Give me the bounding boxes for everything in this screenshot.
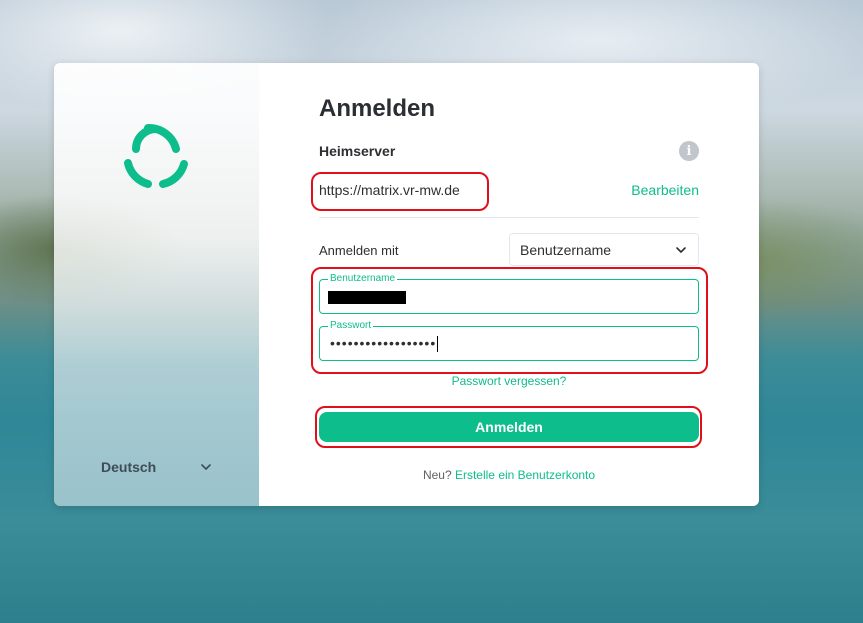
- forgot-password-link[interactable]: Passwort vergessen?: [319, 374, 699, 388]
- sign-in-button[interactable]: Anmelden: [319, 412, 699, 442]
- text-caret: [437, 336, 439, 353]
- login-card: Deutsch Anmelden Heimserver i https://ma…: [54, 63, 759, 506]
- create-account-link[interactable]: Erstelle ein Benutzerkonto: [455, 468, 595, 482]
- divider: [319, 217, 699, 218]
- username-field[interactable]: Benutzername: [319, 273, 699, 314]
- password-field[interactable]: Passwort ••••••••••••••••••: [319, 320, 699, 361]
- page-title: Anmelden: [319, 95, 436, 122]
- info-glyph: i: [686, 143, 692, 159]
- homeserver-label: Heimserver: [319, 143, 396, 159]
- chevron-down-icon: [201, 464, 211, 470]
- login-method-select[interactable]: Benutzername: [509, 233, 699, 266]
- login-with-label: Anmelden mit: [319, 243, 399, 258]
- chevron-down-icon: [676, 246, 686, 253]
- register-prompt: Neu? Erstelle ein Benutzerkonto: [319, 468, 699, 482]
- edit-homeserver-link[interactable]: Bearbeiten: [631, 182, 699, 198]
- homeserver-url: https://matrix.vr-mw.de: [319, 182, 460, 198]
- password-dots: ••••••••••••••••••: [330, 335, 437, 351]
- register-prefix: Neu?: [422, 468, 452, 482]
- login-method-value: Benutzername: [520, 241, 612, 258]
- username-label: Benutzername: [328, 273, 398, 285]
- password-label: Passwort: [328, 320, 374, 332]
- sidebar-panel: Deutsch: [54, 63, 259, 506]
- redacted-username: [328, 291, 406, 304]
- language-selector[interactable]: Deutsch: [101, 457, 213, 477]
- language-label: Deutsch: [101, 459, 157, 475]
- info-icon[interactable]: i: [679, 141, 699, 161]
- login-form: Anmelden Heimserver i https://matrix.vr-…: [259, 63, 759, 506]
- password-value: ••••••••••••••••••: [330, 335, 439, 353]
- element-logo-icon: [124, 124, 188, 188]
